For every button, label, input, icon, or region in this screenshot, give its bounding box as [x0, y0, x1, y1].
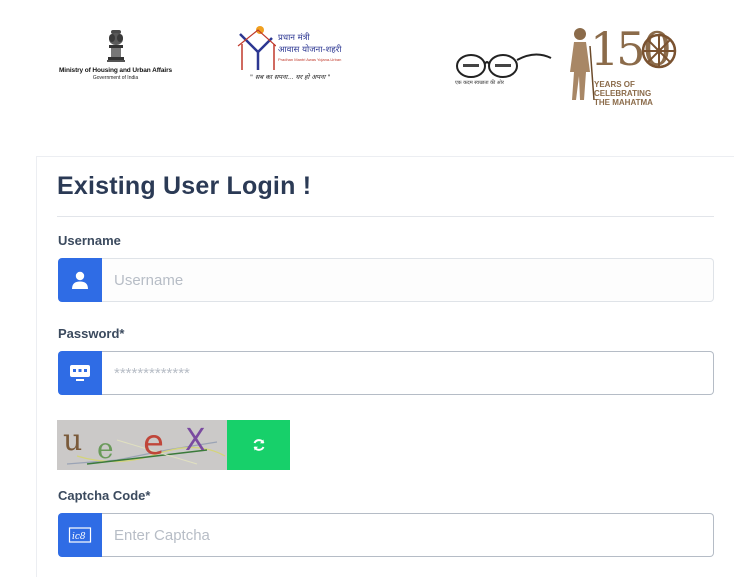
- pmay-figure-icon: [237, 26, 276, 70]
- swachh-bharat-logo: एक कदम स्वच्छता की ओर: [455, 46, 553, 92]
- password-input[interactable]: [102, 351, 714, 395]
- password-label: Password*: [58, 326, 125, 341]
- captcha-icon: ic8: [58, 513, 102, 557]
- username-input[interactable]: [102, 258, 714, 302]
- header-logos: Ministry of Housing and Urban Affairs Go…: [0, 0, 734, 120]
- swachh-bharat-glasses-icon: [456, 53, 552, 78]
- gandhi-150-line-3: THE MAHATMA: [594, 98, 653, 107]
- username-input-group: [58, 258, 714, 302]
- captcha-input[interactable]: [102, 513, 714, 557]
- pmay-logo: प्रधान मंत्री आवास योजना-शहरी Pradhan Ma…: [236, 24, 358, 88]
- swachh-bharat-tagline: एक कदम स्वच्छता की ओर: [455, 80, 504, 86]
- svg-text:e: e: [143, 423, 164, 463]
- captcha-refresh-button[interactable]: [227, 420, 290, 470]
- svg-text:X: X: [185, 423, 206, 458]
- charkha-wheel-icon: [641, 33, 677, 69]
- title-divider: [57, 216, 714, 217]
- pmay-line-2: आवास योजना-शहरी: [278, 45, 342, 55]
- password-input-group: [58, 351, 714, 395]
- captcha-label: Captcha Code*: [58, 488, 151, 503]
- captcha-input-group: ic8: [58, 513, 714, 557]
- user-icon: [58, 258, 102, 302]
- pmay-line-3: Pradhan Mantri Awas Yojana-Urban: [278, 57, 342, 62]
- ministry-name: Ministry of Housing and Urban Affairs: [58, 67, 173, 74]
- pmay-line-1: प्रधान मंत्री: [278, 33, 310, 43]
- keyboard-icon: [58, 351, 102, 395]
- svg-text:ic8: ic8: [72, 532, 86, 542]
- gandhi-150-line-2: CELEBRATING: [594, 89, 652, 98]
- ministry-subtitle: Government of India: [92, 75, 139, 81]
- svg-text:u: u: [63, 423, 82, 458]
- ministry-logo: Ministry of Housing and Urban Affairs Go…: [58, 28, 173, 88]
- login-page: Ministry of Housing and Urban Affairs Go…: [0, 0, 734, 577]
- pmay-tagline: " सब का सपना... घर हो अपना ": [250, 73, 331, 81]
- gandhi-150-logo: 150 YEARS OF CELEBRATING THE MAHATMA: [566, 22, 682, 112]
- svg-text:e: e: [97, 432, 114, 465]
- national-emblem-icon: [106, 30, 125, 62]
- gandhi-150-line-1: YEARS OF: [594, 80, 635, 89]
- captcha-image: u e e X: [57, 420, 227, 470]
- refresh-icon: [253, 439, 264, 451]
- login-title: Existing User Login !: [57, 172, 312, 200]
- username-label: Username: [58, 233, 121, 248]
